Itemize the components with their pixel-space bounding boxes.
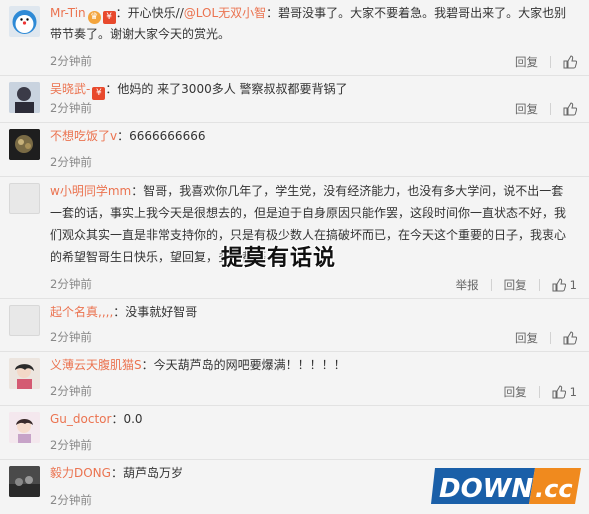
username-link[interactable]: 不想吃饭了v (50, 129, 117, 143)
timestamp: 2分钟前 (50, 493, 92, 507)
username-link[interactable]: 义薄云天腹肌猫S (50, 358, 142, 372)
comment-item: Mr-Tin ♛ ¥ ：开心快乐//@LOL无双小智：碧哥没事了。大家不要着急。我碧哥… (0, 0, 589, 76)
comment-content: 吴晓武- ¥ ：他妈的 来了3000多人 警察叔叔都要背锅了 (50, 82, 348, 100)
timestamp: 2分钟前 (50, 101, 92, 115)
thumbs-up-icon (563, 55, 577, 69)
comment-text: 今天葫芦岛的网吧要爆满！！！！！ (153, 358, 346, 372)
username-link[interactable]: 吴晓武- (50, 82, 90, 96)
comment-item: w小明同学mm：智哥，我喜欢你几年了，学生党，没有经济能力，也没有多大学问，说不… (0, 177, 589, 299)
avatar[interactable] (9, 183, 40, 214)
like-count: 1 (569, 278, 577, 292)
comment-text: 0.0 (123, 412, 143, 426)
comment-content: Gu_doctor：0.0 (50, 412, 143, 426)
avatar[interactable] (9, 6, 40, 37)
thumbs-up-icon (563, 102, 577, 116)
like-button[interactable] (551, 331, 577, 345)
timestamp: 2分钟前 (50, 438, 92, 452)
comment-text: 没事就好智哥 (125, 305, 198, 319)
avatar[interactable] (9, 129, 40, 160)
username-link[interactable]: 毅力DONG (50, 466, 111, 480)
timestamp: 2分钟前 (50, 277, 92, 291)
mention-link[interactable]: @LOL无双小智 (184, 6, 266, 20)
logo-main-text: DOWN (439, 474, 533, 504)
reply-button[interactable]: 回复 (503, 100, 550, 118)
thumbs-up-icon (563, 331, 577, 345)
member-icon: ¥ (92, 87, 106, 100)
logo-suffix-text: .cc (535, 475, 573, 503)
username-link[interactable]: 起个名真,,,, (50, 305, 113, 319)
forward-prefix: 开心快乐// (127, 6, 184, 20)
comment-actions: 举报 回复 1 (444, 276, 577, 294)
watermark-text: 提莫有话说 (221, 246, 337, 271)
comment-actions: 回复 (503, 53, 577, 71)
timestamp: 2分钟前 (50, 54, 92, 68)
comment-content: Mr-Tin ♛ ¥ ：开心快乐//@LOL无双小智：碧哥没事了。大家不要着急。我碧哥… (50, 6, 567, 41)
username-link[interactable]: w小明同学mm (50, 184, 131, 198)
comment-content: 不想吃饭了v：6666666666 (50, 129, 206, 143)
comment-item: 吴晓武- ¥ ：他妈的 来了3000多人 警察叔叔都要背锅了 2分钟前 回复 (0, 76, 589, 123)
comment-item: 起个名真,,,,：没事就好智哥 2分钟前 回复 (0, 299, 589, 352)
like-button[interactable]: 1 (540, 385, 577, 399)
comment-item: 不想吃饭了v：6666666666 2分钟前 (0, 123, 589, 177)
comment-actions: 回复 1 (492, 383, 577, 401)
comment-item: 义薄云天腹肌猫S：今天葫芦岛的网吧要爆满！！！！！ 2分钟前 回复 1 (0, 352, 589, 406)
comment-text: 6666666666 (129, 129, 206, 143)
comment-item: Gu_doctor：0.0 2分钟前 (0, 406, 589, 460)
comment-actions: 回复 (503, 100, 577, 118)
vip-icon: ♛ (87, 11, 101, 24)
comment-content: 起个名真,,,,：没事就好智哥 (50, 305, 198, 319)
username-link[interactable]: Gu_doctor (50, 412, 111, 426)
timestamp: 2分钟前 (50, 330, 92, 344)
username-link[interactable]: Mr-Tin (50, 6, 86, 20)
comment-text: 他妈的 来了3000多人 警察叔叔都要背锅了 (117, 82, 348, 96)
thumbs-up-icon (552, 278, 566, 292)
site-logo: DOWN .cc (431, 464, 583, 508)
like-count: 1 (569, 385, 577, 399)
timestamp: 2分钟前 (50, 384, 92, 398)
avatar[interactable] (9, 412, 40, 443)
reply-button[interactable]: 回复 (492, 276, 539, 294)
avatar[interactable] (9, 305, 40, 336)
comment-text: 葫芦岛万岁 (122, 466, 183, 480)
avatar[interactable] (9, 466, 40, 497)
reply-button[interactable]: 回复 (503, 53, 550, 71)
avatar[interactable] (9, 82, 40, 113)
thumbs-up-icon (552, 385, 566, 399)
like-button[interactable] (551, 55, 577, 69)
like-button[interactable] (551, 102, 577, 116)
report-button[interactable]: 举报 (444, 276, 491, 294)
member-icon: ¥ (102, 11, 116, 24)
reply-button[interactable]: 回复 (503, 329, 550, 347)
like-button[interactable]: 1 (540, 278, 577, 292)
comment-actions: 回复 (503, 329, 577, 347)
comment-content: 义薄云天腹肌猫S：今天葫芦岛的网吧要爆满！！！！！ (50, 358, 346, 372)
avatar[interactable] (9, 358, 40, 389)
reply-button[interactable]: 回复 (492, 383, 539, 401)
timestamp: 2分钟前 (50, 155, 92, 169)
